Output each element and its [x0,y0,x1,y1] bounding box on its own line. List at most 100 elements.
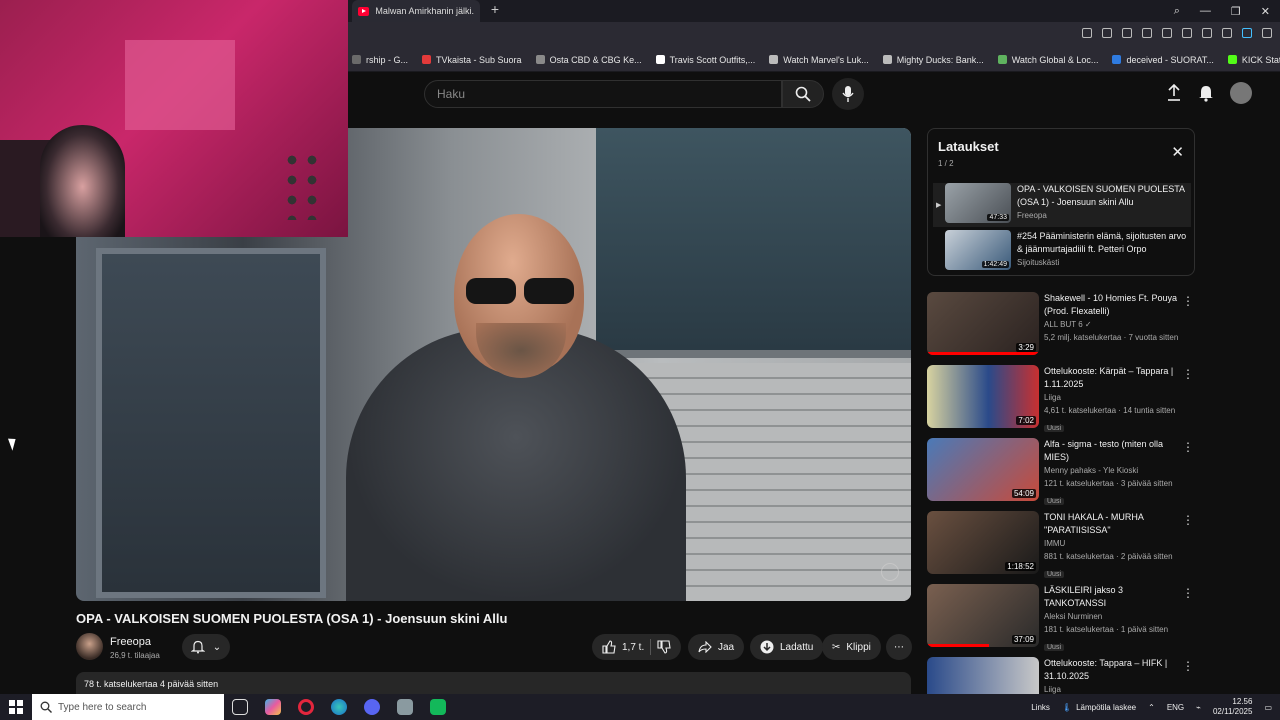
bookmark-icon [882,55,892,64]
account-avatar[interactable] [1230,82,1252,104]
share-button[interactable]: Jaa [688,634,745,660]
taskbar-search-input[interactable]: Type here to search [32,694,224,720]
bookmark-item[interactable]: KICK Status Page [1227,54,1280,65]
video-info: TONI HAKALA - MURHA "PARATIISISSA" IMMU 88… [1044,511,1184,581]
app-icon[interactable] [265,699,281,715]
bookmark-item[interactable]: Watch Marvel's Luk... [769,55,869,65]
recommended-video[interactable]: 7:02 Ottelukooste: Kärpät – Tappara | 1.1… [927,365,1197,432]
chevron-down-icon: ⌄ [212,641,222,653]
video-channel[interactable]: IMMU [1044,537,1184,550]
download-icon[interactable] [1182,28,1192,38]
chevron-up-icon[interactable]: ⌃ [1148,703,1155,712]
notification-center-icon[interactable]: ▭ [1264,703,1272,712]
bookmark-item[interactable]: Watch Global & Loc... [997,54,1099,65]
shield-icon[interactable] [1122,28,1132,38]
microphone-icon [842,86,854,102]
close-icon[interactable]: ✕ [1261,5,1270,18]
bookmark-label: Mighty Ducks: Bank... [896,54,984,65]
network-icon[interactable]: ⌁ [1196,703,1201,712]
bookmark-item[interactable]: TVkaista - Sub Suora [422,55,522,65]
webcam-cabinet [125,40,235,130]
discord-icon[interactable] [364,699,380,715]
bookmark-item[interactable]: rship - G... [352,55,408,65]
upload-icon[interactable] [1166,84,1182,102]
video-thumbnail[interactable]: 54:09 [927,438,1039,501]
like-count: 1,7 t. [622,641,645,653]
bookmark-icon [422,55,432,64]
windows-start-icon[interactable] [9,700,23,714]
close-icon[interactable]: ✕ [1171,143,1184,161]
recommended-video[interactable]: 37:09 LÄSKILEIRI jakso 3 TANKOTANSSI Aleks… [927,584,1197,651]
more-options-icon[interactable]: ⋮ [1182,659,1194,673]
language-indicator[interactable]: ENG [1167,703,1184,712]
voice-search-button[interactable] [832,78,864,110]
more-options-icon[interactable]: ⋮ [1182,367,1194,381]
play-icon[interactable] [1142,28,1152,38]
video-channel[interactable]: ALL BUT 6 ✓ [1044,318,1184,331]
more-options-icon[interactable]: ⋮ [1182,440,1194,454]
bookmark-icon [1112,55,1122,64]
bookmark-label: Watch Global & Loc... [1011,54,1099,65]
edit-icon[interactable] [1082,28,1092,38]
video-channel[interactable]: Aleksi Nurminen [1044,610,1184,623]
clock-date: 02/11/2025 [1212,707,1253,716]
search-input[interactable]: Haku [424,80,782,108]
bookmark-label: rship - G... [366,54,409,65]
more-options-icon[interactable]: ⋮ [1182,513,1194,527]
more-options-icon[interactable]: ⋮ [1182,294,1194,308]
duration-badge: 3:29 [1016,343,1036,352]
video-thumbnail[interactable]: 37:09 [927,584,1039,647]
video-title: Shakewell - 10 Homies Ft. Pouya (Prod. F… [1044,293,1178,316]
minimize-icon[interactable]: — [1200,5,1211,17]
camera-icon[interactable] [1102,28,1112,38]
task-view-icon[interactable] [232,699,248,715]
bookmark-label: Travis Scott Outfits,... [669,54,756,65]
new-tab-button[interactable]: + [487,1,503,17]
video-thumbnail[interactable]: 7:02 [927,365,1039,428]
channel-subscribers: 26,9 t. tilaajaa [110,651,160,660]
like-dislike-group: 1,7 t. [592,634,682,660]
subscription-bell-button[interactable]: ⌄ [182,634,230,660]
spreadsheet-app-icon[interactable] [430,699,446,715]
playlist-item[interactable]: ▶ 47:33 OPA - VALKOISEN SUOMEN PUOLESTA (O… [933,183,1191,227]
more-actions-button[interactable]: ⋯ [886,634,912,660]
lock-icon[interactable] [1222,28,1232,38]
search-button[interactable] [782,80,824,108]
playlist-item[interactable]: 1:42:49 #254 Pääministerin elämä, sijoitu… [933,230,1191,274]
download-button[interactable]: Ladattu [750,634,824,660]
bookmark-item[interactable]: Mighty Ducks: Bank... [882,54,984,65]
clip-button[interactable]: ✂ Klippi [822,634,881,660]
video-channel[interactable]: Liiga [1044,391,1184,404]
video-thumbnail[interactable]: 3:29 [927,292,1039,355]
clock[interactable]: 12.56 02/11/2025 [1213,697,1252,717]
recommended-video[interactable]: 54:09 Alfa - sigma - testo (miten olla MI… [927,438,1197,505]
channel-name[interactable]: Freeopa [110,636,151,648]
edge-icon[interactable] [331,699,347,715]
bookmark-label: KICK Status Page [1241,54,1280,65]
restore-icon[interactable]: ❐ [1231,5,1241,18]
recommended-video[interactable]: 1:18:52 TONI HAKALA - MURHA "PARATIISISSA… [927,511,1197,578]
video-thumbnail[interactable]: 1:18:52 [927,511,1039,574]
weather-widget[interactable]: 🌡 Lämpötila laskee [1062,703,1136,712]
recommended-video[interactable]: 3:29 Shakewell - 10 Homies Ft. Pouya (Pro… [927,292,1197,358]
extension-icon[interactable] [1242,28,1252,38]
thumbs-down-icon[interactable] [657,640,671,654]
bookmark-item[interactable]: Travis Scott Outfits,... [655,54,756,65]
bookmark-item[interactable]: deceived - SUORAT... [1112,55,1214,65]
browser-tab[interactable]: Malwan Amirkhanin jälki... [352,0,480,22]
links-toolbar[interactable]: Links [1031,703,1050,712]
settings-icon[interactable] [1262,28,1272,38]
video-channel[interactable]: Menny pahaks - Yle Kioski [1044,464,1184,477]
menu-icon[interactable] [1202,28,1212,38]
more-options-icon[interactable]: ⋮ [1182,586,1194,600]
video-meta: 121 t. katselukertaa · 3 päivää sitten [1044,479,1173,488]
shield-app-icon[interactable] [397,699,413,715]
heart-icon[interactable] [1162,28,1172,38]
like-button[interactable]: 1,7 t. [602,640,644,654]
bookmark-item[interactable]: Osta CBD & CBG Ke... [535,55,642,65]
search-tabs-icon[interactable]: ⌕ [1174,5,1180,18]
notifications-bell-icon[interactable] [1198,84,1214,102]
opera-icon[interactable] [298,699,314,715]
player-settings-icon[interactable] [881,563,899,581]
channel-avatar[interactable] [76,633,103,660]
